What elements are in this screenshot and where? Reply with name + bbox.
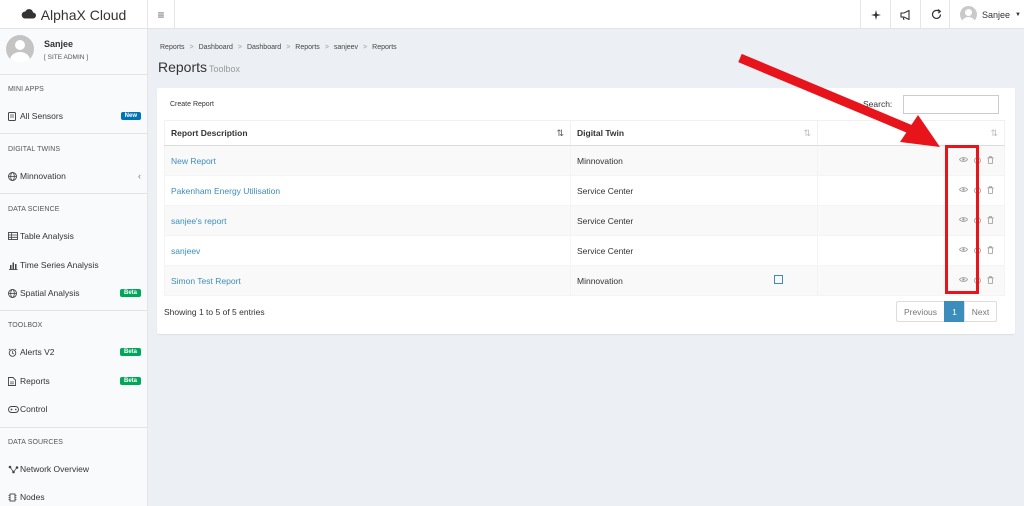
annotation-arrow (738, 53, 940, 147)
annotation-highlight-box (945, 145, 979, 294)
